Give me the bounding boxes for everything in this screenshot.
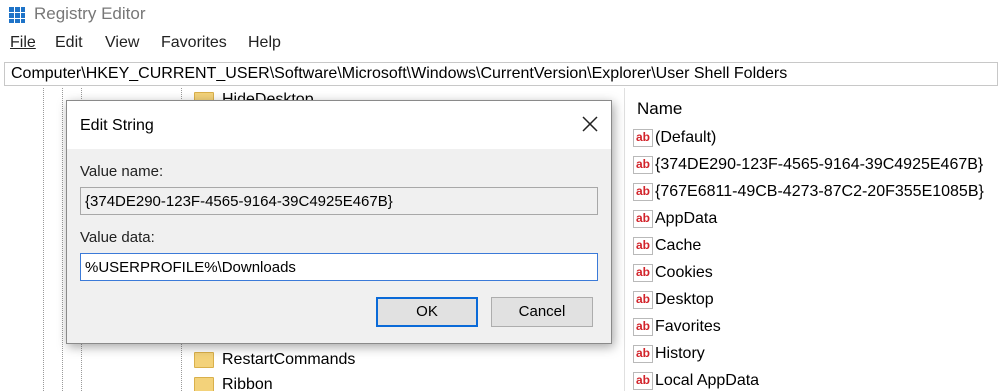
string-value-icon: ab — [633, 183, 653, 201]
menu-bar: File Edit View Favorites Help — [0, 31, 1000, 57]
value-name-label: Value name: — [80, 163, 164, 180]
address-bar[interactable]: Computer\HKEY_CURRENT_USER\Software\Micr… — [4, 62, 998, 86]
string-value-icon: ab — [633, 210, 653, 228]
list-item-label: {767E6811-49CB-4273-87C2-20F355E1085B} — [655, 183, 984, 200]
menu-view[interactable]: View — [105, 34, 139, 52]
dialog-title: Edit String — [80, 117, 154, 134]
list-item-label: {374DE290-123F-4565-9164-39C4925E467B} — [655, 156, 984, 173]
value-data-field[interactable] — [80, 253, 598, 281]
menu-file-label: File — [10, 34, 36, 51]
ok-button[interactable]: OK — [376, 297, 478, 327]
string-value-icon: ab — [633, 345, 653, 363]
window-title: Registry Editor — [34, 4, 146, 23]
registry-editor-icon — [9, 7, 25, 23]
string-value-icon: ab — [633, 237, 653, 255]
menu-help[interactable]: Help — [248, 34, 281, 52]
dialog-titlebar: Edit String — [67, 101, 611, 149]
list-item-label: Desktop — [655, 291, 714, 308]
string-value-icon: ab — [633, 291, 653, 309]
string-value-icon: ab — [633, 156, 653, 174]
menu-file[interactable]: File — [10, 34, 36, 52]
folder-icon — [194, 352, 214, 368]
string-value-icon: ab — [633, 318, 653, 336]
tree-guide-line — [43, 88, 44, 391]
string-value-icon: ab — [633, 264, 653, 282]
list-item-label: History — [655, 345, 705, 362]
column-header-name[interactable]: Name — [637, 99, 682, 119]
values-list-pane[interactable]: Name ab (Default) ab {374DE290-123F-4565-9… — [627, 88, 1000, 391]
menu-help-label: Help — [248, 34, 281, 51]
close-icon[interactable] — [579, 113, 601, 135]
tree-item-label: RestartCommands — [222, 351, 356, 368]
list-item-label: Favorites — [655, 318, 721, 335]
list-item-label: (Default) — [655, 129, 717, 146]
menu-favorites[interactable]: Favorites — [161, 34, 227, 52]
list-item-label: Cache — [655, 237, 702, 254]
tree-guide-line — [62, 88, 63, 391]
value-data-label: Value data: — [80, 229, 155, 246]
menu-view-label: View — [105, 34, 140, 51]
value-name-field — [80, 187, 598, 215]
cancel-button[interactable]: Cancel — [491, 297, 593, 327]
menu-edit-label: Edit — [55, 34, 83, 51]
menu-edit[interactable]: Edit — [55, 34, 83, 52]
tree-item-label: Ribbon — [222, 376, 273, 391]
list-item-label: AppData — [655, 210, 718, 227]
window-titlebar: Registry Editor — [0, 0, 1000, 30]
menu-favorites-label: Favorites — [161, 34, 227, 51]
list-item-label: Cookies — [655, 264, 713, 281]
string-value-icon: ab — [633, 129, 653, 147]
address-path: Computer\HKEY_CURRENT_USER\Software\Micr… — [11, 65, 788, 82]
folder-icon — [194, 377, 214, 391]
list-item-label: Local AppData — [655, 372, 760, 389]
string-value-icon: ab — [633, 372, 653, 390]
edit-string-dialog: Edit String Value name: Value data: OK C… — [66, 100, 612, 344]
